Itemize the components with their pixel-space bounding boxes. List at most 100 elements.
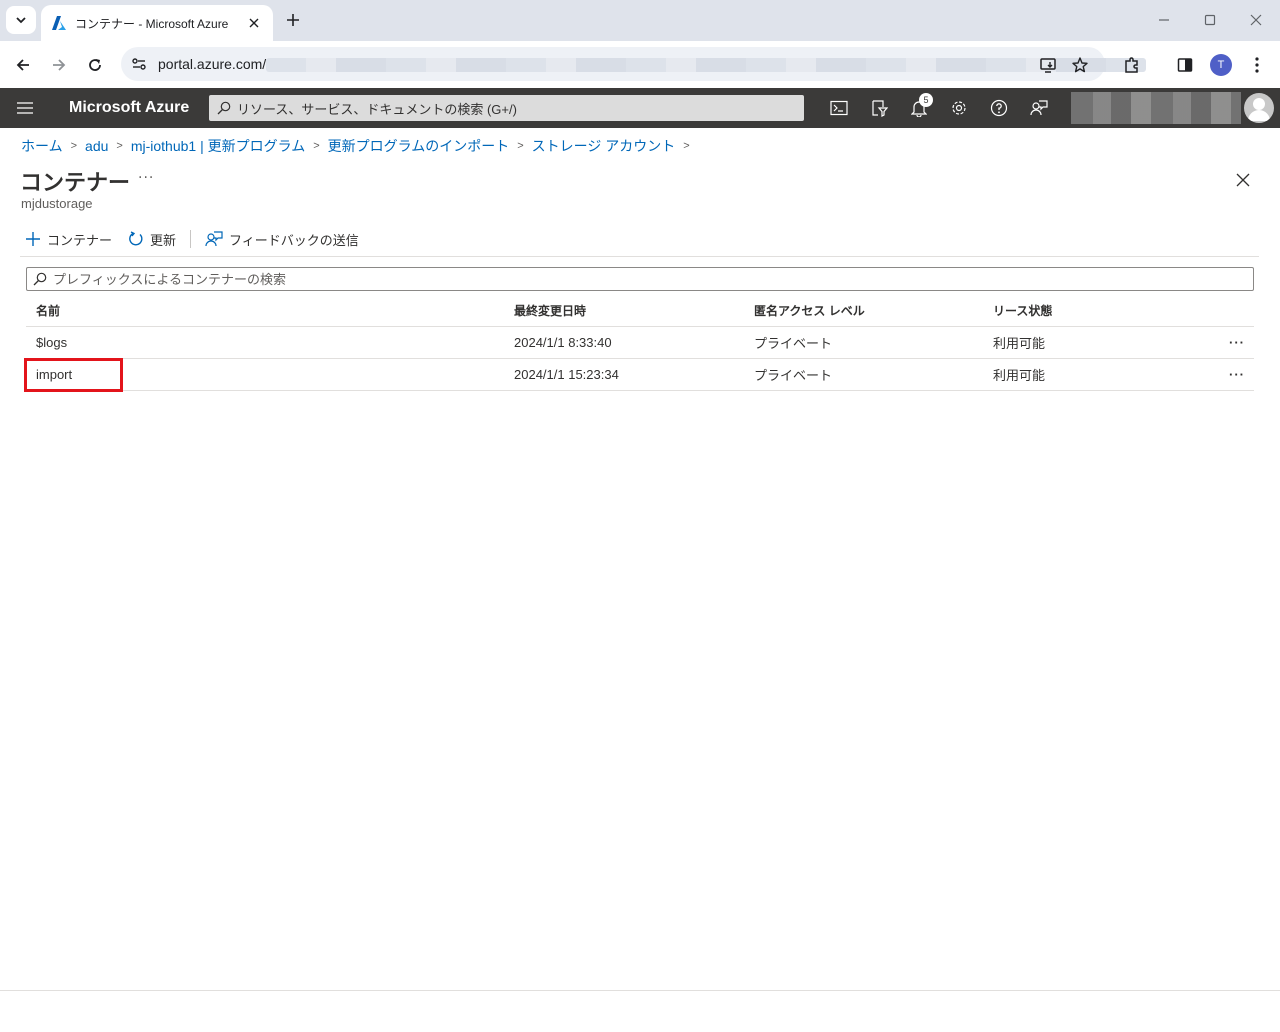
directory-filter-icon <box>872 100 888 117</box>
column-header-lease-state[interactable]: リース状態 <box>993 294 1052 326</box>
cloud-shell-button[interactable] <box>827 96 851 120</box>
site-info-icon[interactable] <box>129 54 149 74</box>
send-feedback-button[interactable]: フィードバックの送信 <box>201 226 363 252</box>
blade-close-button[interactable] <box>1234 171 1252 189</box>
breadcrumb-home[interactable]: ホーム <box>21 136 63 156</box>
send-feedback-label: フィードバックの送信 <box>229 232 359 248</box>
gear-icon <box>952 101 966 115</box>
add-container-label: コンテナー <box>47 232 113 248</box>
access-level-cell: プライベート <box>754 368 833 383</box>
refresh-button[interactable]: 更新 <box>124 226 180 252</box>
maximize-icon <box>1204 14 1216 26</box>
tab-title: コンテナー - Microsoft Azure <box>75 16 229 31</box>
back-button[interactable] <box>9 51 37 79</box>
command-bar: コンテナー 更新 フィードバックの送信 <box>21 226 363 252</box>
browser-toolbar: portal.azure.com/ T <box>0 41 1280 88</box>
address-bar[interactable]: portal.azure.com/ <box>121 47 1146 81</box>
table-row[interactable]: import 2024/1/1 15:23:34 プライベート 利用可能 ··· <box>26 359 1254 391</box>
account-avatar[interactable] <box>1244 93 1274 123</box>
browser-tab[interactable]: コンテナー - Microsoft Azure <box>41 5 273 41</box>
container-search-input[interactable] <box>53 271 1233 287</box>
row-more-button[interactable]: ··· <box>1226 327 1248 358</box>
user-icon <box>1248 98 1270 121</box>
breadcrumb-import-updates[interactable]: 更新プログラムのインポート <box>328 136 510 156</box>
portal-menu-button[interactable] <box>14 98 36 118</box>
minimize-button[interactable] <box>1152 8 1176 32</box>
access-level-cell: プライベート <box>754 336 833 351</box>
profile-avatar[interactable]: T <box>1210 54 1232 76</box>
side-panel-icon <box>1177 58 1193 72</box>
help-button[interactable] <box>987 96 1011 120</box>
reload-button[interactable] <box>81 51 109 79</box>
chevron-right-icon: > <box>70 140 78 152</box>
tab-search-button[interactable] <box>6 6 36 34</box>
page-bottom-divider <box>0 990 1280 991</box>
bookmark-button[interactable] <box>1069 54 1091 76</box>
star-icon <box>1072 57 1088 73</box>
command-bar-divider <box>20 256 1259 257</box>
command-divider <box>190 230 192 248</box>
feedback-button[interactable] <box>1027 96 1051 120</box>
chevron-right-icon: > <box>683 140 690 152</box>
side-panel-button[interactable] <box>1171 51 1199 79</box>
new-tab-button[interactable] <box>281 8 305 32</box>
containers-table: 名前 最終変更日時 匿名アクセス レベル リース状態 $logs 2024/1/… <box>26 294 1254 391</box>
chevron-right-icon: > <box>313 140 320 152</box>
column-header-access-level[interactable]: 匿名アクセス レベル <box>754 294 865 326</box>
chevron-right-icon: > <box>116 140 123 152</box>
directory-filter-button[interactable] <box>867 96 891 120</box>
azure-brand[interactable]: Microsoft Azure <box>69 99 189 117</box>
feedback-icon <box>1030 100 1048 116</box>
install-app-button[interactable] <box>1037 54 1059 76</box>
kebab-menu-icon <box>1255 57 1259 73</box>
container-name-link[interactable]: import <box>36 359 72 390</box>
address-url: portal.azure.com/ <box>158 56 267 72</box>
minimize-icon <box>1159 19 1169 21</box>
row-more-button[interactable]: ··· <box>1226 359 1248 390</box>
plus-icon <box>287 14 299 26</box>
close-icon <box>249 18 259 28</box>
page-title: コンテナー <box>20 170 131 195</box>
add-container-button[interactable]: コンテナー <box>21 226 116 252</box>
column-header-last-modified[interactable]: 最終変更日時 <box>514 294 586 326</box>
arrow-right-icon <box>53 59 66 71</box>
maximize-button[interactable] <box>1198 8 1222 32</box>
last-modified-cell: 2024/1/1 8:33:40 <box>514 335 612 350</box>
chevron-right-icon: > <box>517 140 524 152</box>
help-icon <box>990 99 1008 117</box>
browser-menu-button[interactable] <box>1243 51 1271 79</box>
table-header: 名前 最終変更日時 匿名アクセス レベル リース状態 <box>26 294 1254 327</box>
account-info-redacted[interactable] <box>1071 92 1241 124</box>
search-icon <box>217 101 231 115</box>
terminal-icon <box>830 100 848 116</box>
plus-icon <box>26 232 40 246</box>
azure-logo-icon <box>52 16 66 30</box>
forward-button[interactable] <box>45 51 73 79</box>
search-icon <box>33 272 47 286</box>
address-url-redacted <box>266 58 1146 72</box>
window-close-button[interactable] <box>1244 8 1268 32</box>
chevron-down-icon <box>16 17 26 24</box>
reload-icon <box>89 59 101 71</box>
table-row[interactable]: $logs 2024/1/1 8:33:40 プライベート 利用可能 ··· <box>26 327 1254 359</box>
container-search-box[interactable] <box>26 267 1254 291</box>
global-search-box[interactable]: リソース、サービス、ドキュメントの検索 (G+/) <box>209 95 804 121</box>
arrow-left-icon <box>16 59 29 71</box>
puzzle-icon <box>1125 57 1138 73</box>
breadcrumb-iothub-updates[interactable]: mj-iothub1 | 更新プログラム <box>131 136 305 156</box>
settings-button[interactable] <box>947 96 971 120</box>
column-header-name[interactable]: 名前 <box>36 294 60 326</box>
last-modified-cell: 2024/1/1 15:23:34 <box>514 367 619 382</box>
lease-state-cell: 利用可能 <box>993 368 1046 383</box>
breadcrumb: ホーム > adu > mj-iothub1 | 更新プログラム > 更新プログ… <box>21 137 698 155</box>
install-app-icon <box>1040 58 1056 73</box>
feedback-icon <box>205 231 223 247</box>
tab-close-button[interactable] <box>245 14 263 32</box>
more-actions-button[interactable]: ··· <box>138 170 154 186</box>
lease-state-cell: 利用可能 <box>993 336 1046 351</box>
breadcrumb-adu[interactable]: adu <box>85 138 108 154</box>
breadcrumb-storage-accounts[interactable]: ストレージ アカウント <box>532 136 676 156</box>
page-subtitle: mjdustorage <box>21 196 93 211</box>
container-name-link[interactable]: $logs <box>36 327 67 358</box>
extensions-button[interactable] <box>1118 51 1146 79</box>
